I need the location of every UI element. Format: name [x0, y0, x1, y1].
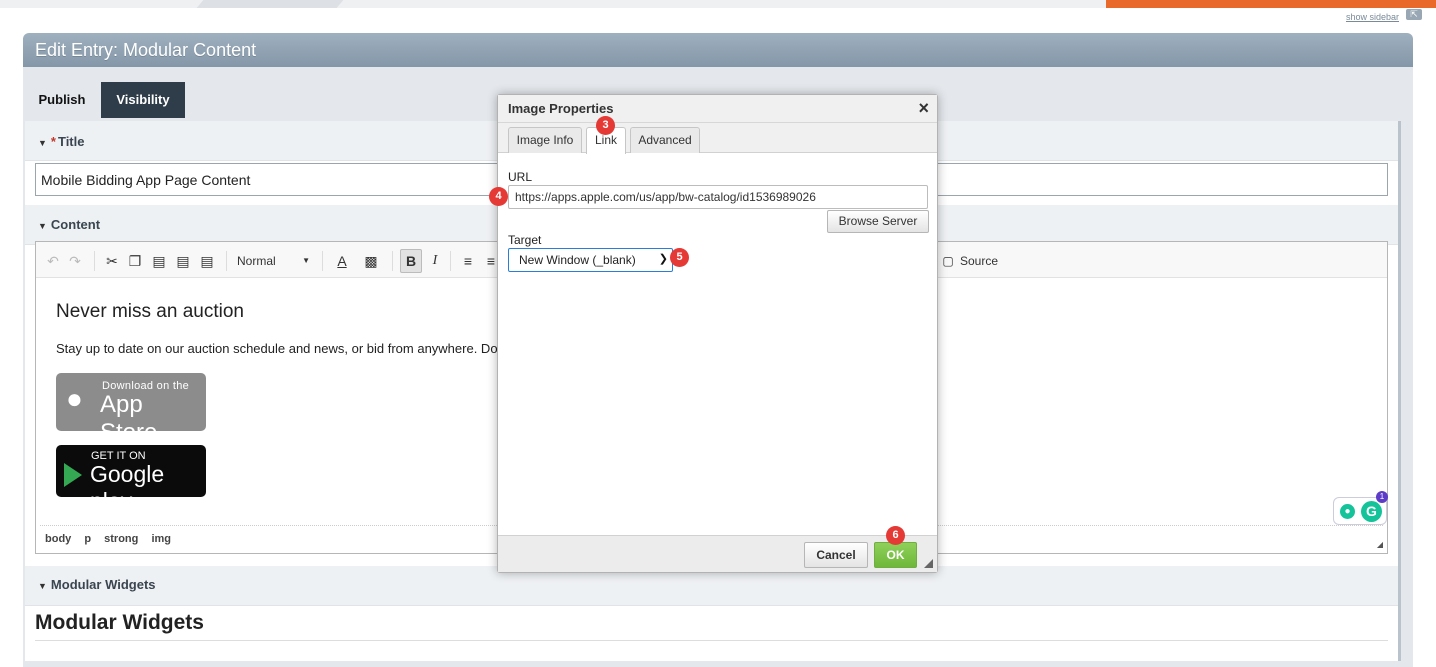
path-item-p[interactable]: p — [84, 533, 91, 545]
show-sidebar-link[interactable]: show sidebar — [1346, 12, 1399, 22]
step-marker-3: 3 — [596, 116, 615, 135]
format-dropdown[interactable]: Normal ▼ — [234, 251, 314, 271]
google-play-badge[interactable]: GET IT ON Google play — [56, 445, 206, 514]
format-dropdown-value: Normal — [237, 254, 276, 268]
caret-down-icon: ▼ — [38, 581, 47, 591]
caret-down-icon: ▼ — [302, 256, 310, 265]
step-marker-6: 6 — [886, 526, 905, 545]
modular-widgets-section-label: ▼ Modular Widgets — [38, 577, 156, 592]
target-select[interactable]: New Window (_blank) ❯ — [508, 248, 673, 272]
tab-publish[interactable]: Publish — [25, 82, 99, 118]
apple-logo-icon: ● — [66, 383, 83, 414]
source-button[interactable]: Source — [960, 251, 1002, 271]
dialog-title: Image Properties — [508, 101, 614, 116]
copy-icon[interactable]: ❐ — [127, 251, 143, 271]
toolbar-separator — [94, 251, 95, 271]
sidebar-toggle-icon[interactable]: ⇱ — [1406, 9, 1422, 20]
content-label: Content — [50, 217, 101, 232]
align-left-icon[interactable]: ≡ — [460, 251, 476, 271]
background-color-icon[interactable]: ▩ — [359, 251, 383, 271]
cancel-button[interactable]: Cancel — [804, 542, 868, 568]
content-heading: Never miss an auction — [56, 301, 244, 322]
grammarly-widget[interactable]: ● G 1 — [1333, 491, 1388, 525]
dialog-tabs: Image Info Link Advanced — [498, 123, 937, 154]
page-title: Edit Entry: Modular Content — [35, 40, 257, 60]
target-select-value: New Window (_blank) — [519, 253, 636, 267]
content-section-label: ▼ Content — [38, 217, 100, 232]
source-icon[interactable]: ▢ — [940, 251, 956, 271]
align-center-icon[interactable]: ≡ — [484, 251, 498, 271]
target-label: Target — [508, 233, 542, 247]
app-store-large-text: App Store — [100, 391, 158, 446]
tab-visibility[interactable]: Visibility — [101, 82, 185, 118]
undo-icon[interactable]: ↶ — [46, 251, 60, 271]
step-marker-5: 5 — [670, 248, 689, 267]
toolbar-separator — [226, 251, 227, 271]
modular-widgets-heading: Modular Widgets — [35, 611, 204, 634]
url-input[interactable]: https://apps.apple.com/us/app/bw-catalog… — [508, 185, 928, 209]
toolbar-separator — [322, 251, 323, 271]
content-paragraph: Stay up to date on our auction schedule … — [56, 341, 498, 356]
grammarly-icon[interactable]: G — [1361, 501, 1382, 522]
chevron-down-icon: ❯ — [658, 253, 668, 265]
google-play-logo-icon — [64, 463, 82, 487]
paste-text-icon[interactable]: ▤ — [175, 251, 191, 271]
cut-icon[interactable]: ✂ — [104, 251, 120, 271]
required-mark: * — [50, 134, 56, 149]
close-icon[interactable]: × — [918, 98, 929, 119]
google-play-large-text: Google play — [90, 461, 165, 514]
path-item-img[interactable]: img — [151, 533, 171, 545]
path-item-body[interactable]: body — [45, 533, 71, 545]
modular-widgets-label: Modular Widgets — [50, 577, 156, 592]
step-marker-4: 4 — [489, 187, 508, 206]
editor-resize-icon[interactable]: ◢ — [1377, 540, 1383, 549]
caret-down-icon: ▼ — [38, 221, 47, 231]
divider — [35, 640, 1388, 641]
ok-button[interactable]: OK — [874, 542, 917, 568]
redo-icon[interactable]: ↷ — [68, 251, 82, 271]
browse-server-button[interactable]: Browse Server — [827, 210, 929, 233]
top-bar-stripe — [256, 0, 344, 8]
lightbulb-icon[interactable]: ● — [1340, 504, 1355, 519]
text-color-icon[interactable]: A — [331, 251, 353, 271]
title-label: Title — [57, 134, 85, 149]
italic-icon[interactable]: I — [427, 251, 443, 271]
toolbar-separator — [392, 251, 393, 271]
title-section-label: ▼ * Title — [38, 134, 84, 149]
top-bar-accent — [1106, 0, 1436, 8]
url-label: URL — [508, 170, 533, 184]
caret-down-icon: ▼ — [38, 138, 47, 148]
page-header: Edit Entry: Modular Content — [23, 33, 1413, 67]
grammarly-count-badge: 1 — [1376, 491, 1388, 503]
app-store-badge[interactable]: ● Download on the App Store — [56, 373, 206, 446]
top-bar — [0, 0, 1436, 8]
toolbar-separator — [450, 251, 451, 271]
dialog-resize-icon[interactable] — [924, 559, 933, 568]
paste-word-icon[interactable]: ▤ — [199, 251, 215, 271]
dialog-footer: Cancel OK — [498, 535, 937, 572]
paste-icon[interactable]: ▤ — [151, 251, 167, 271]
tab-advanced[interactable]: Advanced — [630, 127, 700, 153]
tab-image-info[interactable]: Image Info — [508, 127, 582, 153]
image-properties-dialog: Image Properties × Image Info Link Advan… — [497, 94, 938, 573]
bold-icon[interactable]: B — [400, 249, 422, 273]
path-item-strong[interactable]: strong — [104, 533, 138, 545]
dialog-titlebar[interactable]: Image Properties × — [498, 95, 937, 123]
